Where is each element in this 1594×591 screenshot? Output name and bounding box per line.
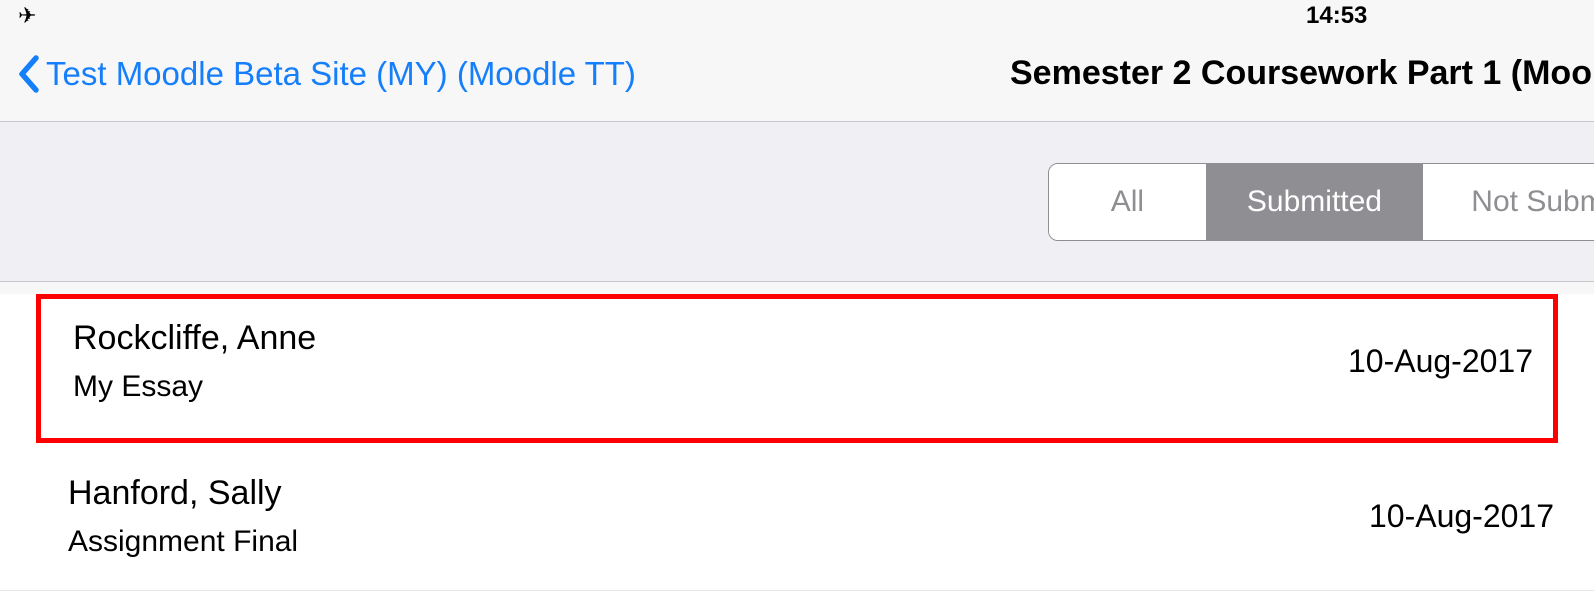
page-title: Semester 2 Coursework Part 1 (Moo	[1010, 54, 1592, 93]
status-bar: ✈ 14:53	[0, 0, 1594, 32]
submission-file: Assignment Final	[68, 525, 298, 559]
status-time: 14:53	[1306, 2, 1367, 30]
navigation-bar: Test Moodle Beta Site (MY) (Moodle TT) S…	[0, 32, 1594, 122]
filter-bar: All Submitted Not Subm	[0, 122, 1594, 282]
submission-info: Hanford, Sally Assignment Final	[68, 474, 298, 559]
submission-row[interactable]: Hanford, Sally Assignment Final 10-Aug-2…	[0, 443, 1594, 591]
back-label: Test Moodle Beta Site (MY) (Moodle TT)	[46, 55, 636, 93]
submission-date: 10-Aug-2017	[1369, 498, 1554, 535]
submission-info: Rockcliffe, Anne My Essay	[73, 319, 316, 404]
back-button[interactable]: Test Moodle Beta Site (MY) (Moodle TT)	[18, 55, 636, 93]
submission-date: 10-Aug-2017	[1348, 343, 1533, 380]
student-name: Rockcliffe, Anne	[73, 319, 316, 358]
filter-segmented-control: All Submitted Not Subm	[1048, 163, 1594, 241]
submission-list: Rockcliffe, Anne My Essay 10-Aug-2017 Ha…	[0, 294, 1594, 591]
filter-segment-not-submitted[interactable]: Not Subm	[1423, 164, 1594, 240]
filter-segment-submitted[interactable]: Submitted	[1207, 164, 1423, 240]
chevron-left-icon	[18, 55, 40, 93]
submission-row[interactable]: Rockcliffe, Anne My Essay 10-Aug-2017	[36, 294, 1558, 443]
filter-segment-all[interactable]: All	[1049, 164, 1207, 240]
airplane-mode-icon: ✈	[18, 5, 36, 27]
student-name: Hanford, Sally	[68, 474, 298, 513]
submission-file: My Essay	[73, 370, 316, 404]
